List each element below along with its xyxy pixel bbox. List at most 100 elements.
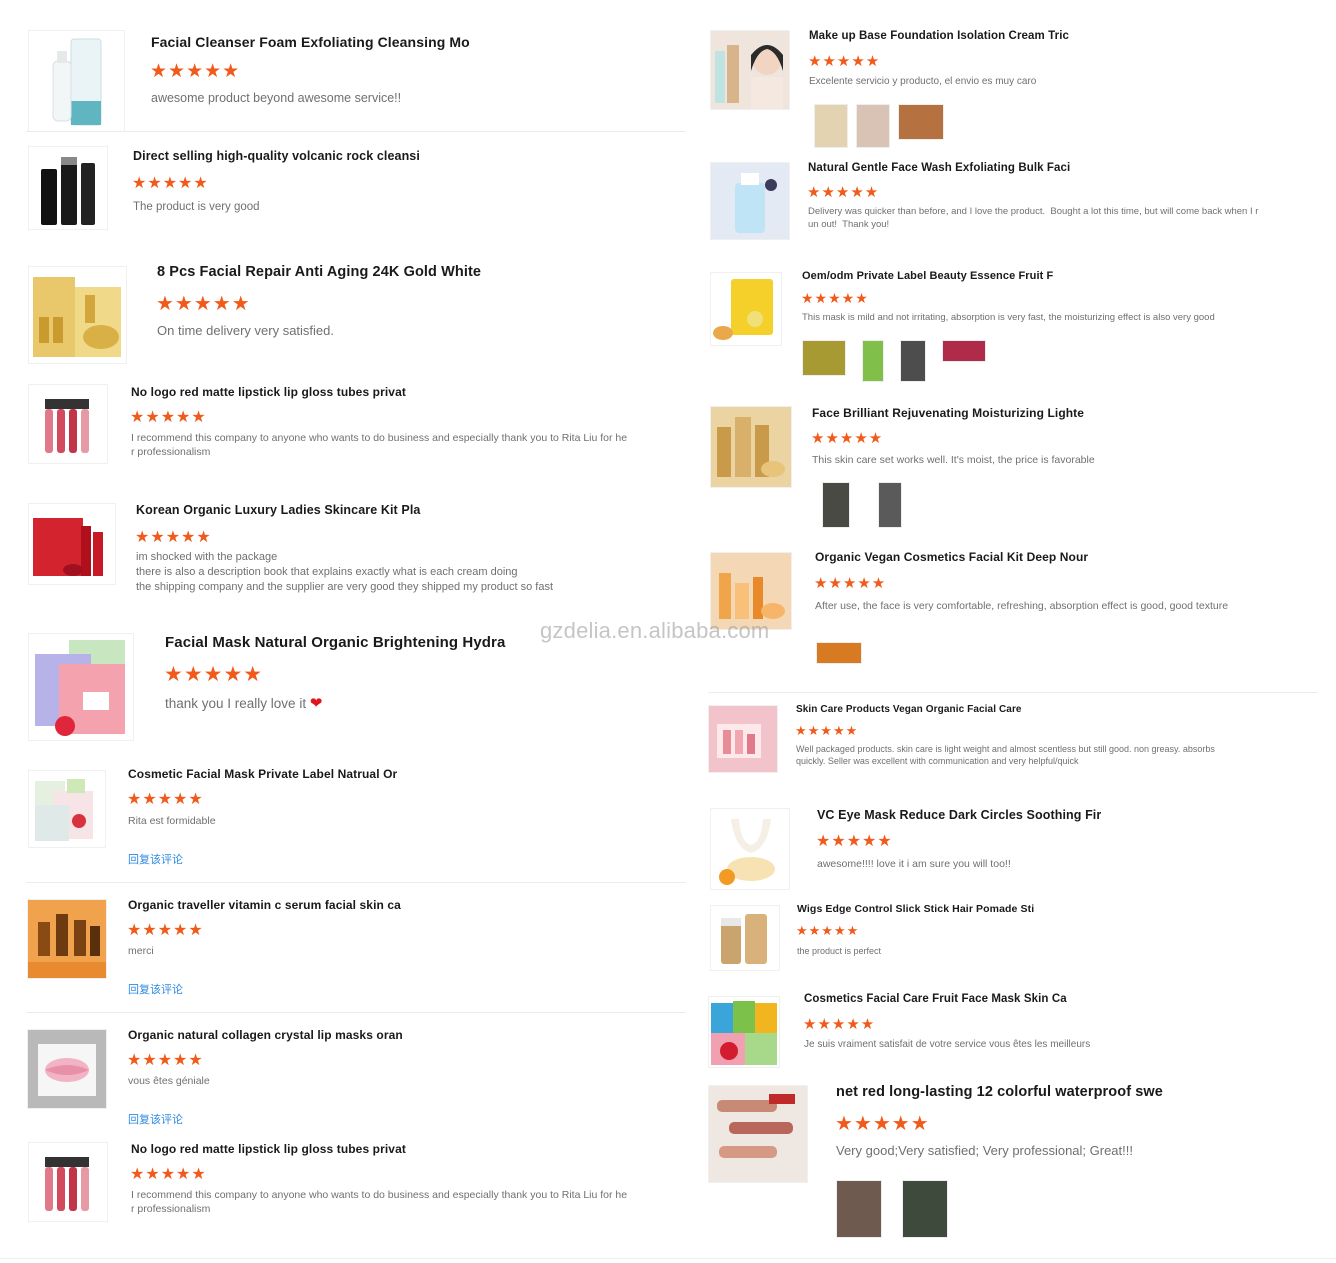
review-photo[interactable] <box>942 340 986 362</box>
rating-stars: ★★★★★ <box>135 529 212 546</box>
review-comment: This skin care set works well. It's mois… <box>812 454 1095 466</box>
product-title[interactable]: Oem/odm Private Label Beauty Essence Fru… <box>802 270 1053 282</box>
product-title[interactable]: Organic traveller vitamin c serum facial… <box>128 898 401 912</box>
review-photo[interactable] <box>814 104 848 148</box>
review-comment: Very good;Very satisfied; Very professio… <box>836 1143 1133 1158</box>
review-photo[interactable] <box>822 482 850 528</box>
review-photo-row <box>814 104 944 148</box>
review-comment: Delivery was quicker than before, and I … <box>808 206 1259 230</box>
review-photo-row <box>802 340 986 382</box>
review-comment: vous êtes géniale <box>128 1075 210 1087</box>
rating-stars: ★★★★★ <box>127 791 204 808</box>
product-thumbnail[interactable] <box>708 996 780 1068</box>
heart-icon: ❤ <box>309 695 323 712</box>
product-title[interactable]: Organic natural collagen crystal lip mas… <box>128 1028 403 1042</box>
product-title[interactable]: Facial Mask Natural Organic Brightening … <box>165 634 505 651</box>
review-photo-row <box>822 482 902 528</box>
review-comment: The product is very good <box>133 201 260 213</box>
reply-to-review-link[interactable]: 回复该评论 <box>128 851 183 867</box>
reply-to-review-link[interactable]: 回复该评论 <box>128 1111 183 1127</box>
product-title[interactable]: Cosmetics Facial Care Fruit Face Mask Sk… <box>804 993 1067 1005</box>
product-thumbnail[interactable] <box>710 406 792 488</box>
rating-stars: ★★★★★ <box>127 1052 204 1069</box>
review-photo[interactable] <box>836 1180 882 1238</box>
review-comment: On time delivery very satisfied. <box>157 323 335 338</box>
review-comment: im shocked with the package there is als… <box>136 551 554 594</box>
review-comment: Rita est formidable <box>128 815 216 827</box>
product-thumbnail[interactable] <box>28 770 106 848</box>
review-comment: Je suis vraiment satisfait de votre serv… <box>804 1039 1091 1050</box>
rating-stars: ★★★★★ <box>150 61 241 82</box>
review-comment-text: thank you I really love it <box>165 696 307 711</box>
review-comment: I recommend this company to anyone who w… <box>131 1189 628 1216</box>
product-title[interactable]: VC Eye Mask Reduce Dark Circles Soothing… <box>817 808 1101 822</box>
product-thumbnail[interactable] <box>28 266 127 364</box>
review-comment: This mask is mild and not irritating, ab… <box>802 312 1215 323</box>
product-title[interactable]: Natural Gentle Face Wash Exfoliating Bul… <box>808 162 1070 174</box>
product-title[interactable]: Skin Care Products Vegan Organic Facial … <box>796 704 1022 715</box>
product-title[interactable]: Facial Cleanser Foam Exfoliating Cleansi… <box>151 34 470 50</box>
review-photo[interactable] <box>802 340 846 376</box>
product-thumbnail[interactable] <box>28 384 108 464</box>
review-photo[interactable] <box>862 340 884 382</box>
product-title[interactable]: Make up Base Foundation Isolation Cream … <box>809 30 1069 42</box>
rating-stars: ★★★★★ <box>127 922 204 939</box>
product-thumbnail[interactable] <box>710 808 790 890</box>
watermark: gzdelia.en.alibaba.com <box>540 618 770 643</box>
review-photo[interactable] <box>898 104 944 140</box>
divider <box>0 1258 1336 1259</box>
rating-stars: ★★★★★ <box>795 723 859 738</box>
review-photo[interactable] <box>900 340 926 382</box>
product-title[interactable]: Cosmetic Facial Mask Private Label Natru… <box>128 767 397 781</box>
product-thumbnail[interactable] <box>28 633 134 741</box>
product-thumbnail[interactable] <box>28 503 116 585</box>
product-title[interactable]: Direct selling high-quality volcanic roc… <box>133 149 420 163</box>
rating-stars: ★★★★★ <box>816 833 893 850</box>
review-comment: Well packaged products. skin care is lig… <box>796 744 1215 767</box>
review-photo[interactable] <box>902 1180 948 1238</box>
product-title[interactable]: 8 Pcs Facial Repair Anti Aging 24K Gold … <box>157 264 481 280</box>
review-photo[interactable] <box>856 104 890 148</box>
product-title[interactable]: No logo red matte lipstick lip gloss tub… <box>131 1142 406 1156</box>
review-photo-row <box>836 1180 948 1238</box>
rating-stars: ★★★★★ <box>803 1016 876 1033</box>
review-comment: After use, the face is very comfortable,… <box>815 600 1229 612</box>
product-thumbnail[interactable] <box>28 1142 108 1222</box>
product-thumbnail[interactable] <box>27 1029 107 1109</box>
review-comment: Excelente servicio y producto, el envio … <box>809 76 1037 87</box>
rating-stars: ★★★★★ <box>130 1166 207 1183</box>
review-comment: awesome product beyond awesome service!! <box>151 91 402 105</box>
product-thumbnail[interactable] <box>28 146 108 230</box>
product-thumbnail[interactable] <box>710 905 780 971</box>
review-comment: thank you I really love it ❤ <box>165 694 322 714</box>
review-comment: awesome!!!! love it i am sure you will t… <box>817 858 1011 870</box>
rating-stars: ★★★★★ <box>156 293 251 315</box>
review-photo[interactable] <box>816 642 862 664</box>
product-thumbnail[interactable] <box>710 162 790 240</box>
reply-to-review-link[interactable]: 回复该评论 <box>128 981 183 997</box>
review-comment: I recommend this company to anyone who w… <box>131 432 628 459</box>
rating-stars: ★★★★★ <box>811 430 884 447</box>
product-title[interactable]: Organic Vegan Cosmetics Facial Kit Deep … <box>815 550 1088 564</box>
divider <box>708 692 1318 693</box>
product-thumbnail[interactable] <box>710 30 790 110</box>
rating-stars: ★★★★★ <box>132 175 209 192</box>
product-title[interactable]: Wigs Edge Control Slick Stick Hair Pomad… <box>797 903 1034 915</box>
rating-stars: ★★★★★ <box>807 184 880 201</box>
product-thumbnail[interactable] <box>28 30 125 132</box>
rating-stars: ★★★★★ <box>835 1113 930 1135</box>
divider <box>26 1012 686 1013</box>
review-comment: the product is perfect <box>797 946 882 956</box>
product-title[interactable]: Face Brilliant Rejuvenating Moisturizing… <box>812 406 1084 420</box>
product-title[interactable]: Korean Organic Luxury Ladies Skincare Ki… <box>136 503 420 517</box>
product-thumbnail[interactable] <box>708 705 778 773</box>
review-photo[interactable] <box>878 482 902 528</box>
product-title[interactable]: net red long-lasting 12 colorful waterpr… <box>836 1084 1163 1100</box>
product-thumbnail[interactable] <box>710 272 782 346</box>
product-thumbnail[interactable] <box>27 899 107 979</box>
divider <box>26 131 686 132</box>
review-photo-row <box>816 642 862 664</box>
product-title[interactable]: No logo red matte lipstick lip gloss tub… <box>131 385 406 399</box>
rating-stars: ★★★★★ <box>808 53 881 70</box>
product-thumbnail[interactable] <box>708 1085 808 1183</box>
